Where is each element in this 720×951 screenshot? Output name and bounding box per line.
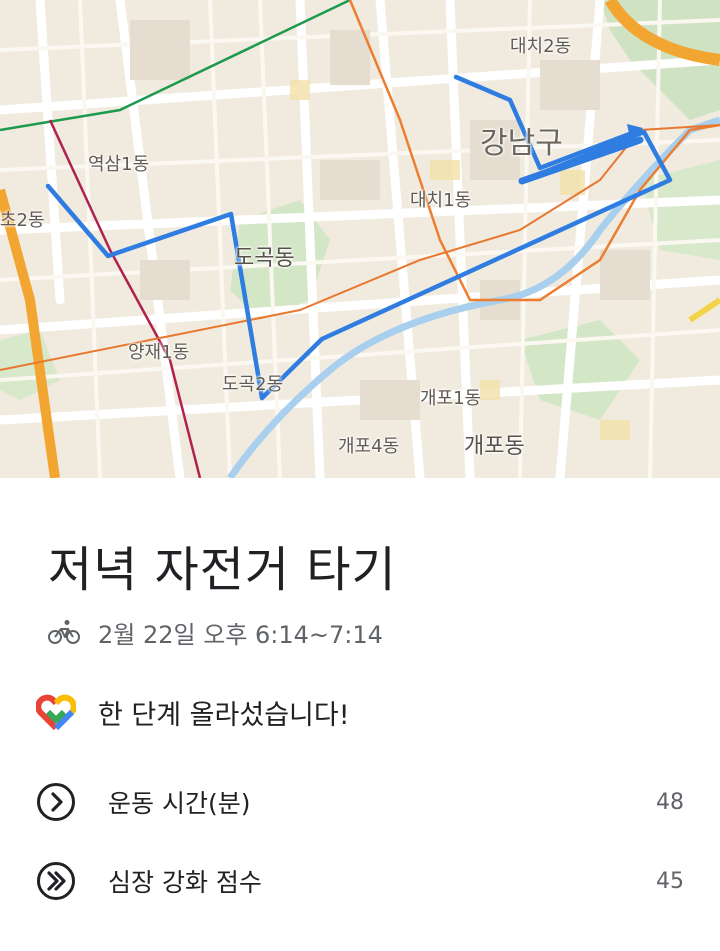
metric-label: 심장 강화 점수 (108, 868, 262, 897)
goal-message: 한 단계 올라섰습니다! (98, 699, 350, 731)
metric-value: 45 (656, 868, 684, 894)
map-label-dogok: 도곡동 (234, 246, 295, 271)
map-label-yeoksam1: 역삼1동 (88, 154, 150, 175)
activity-title: 저녁 자전거 타기 (48, 542, 397, 598)
map-label-daechi2: 대치2동 (510, 36, 572, 57)
map-label-dogok2: 도곡2동 (222, 374, 284, 395)
map-label-seocho2: 초2동 (0, 210, 45, 231)
map-label-gaepo: 개포동 (464, 434, 525, 459)
map-canvas (0, 0, 720, 478)
map-label-gaepo1: 개포1동 (420, 388, 482, 409)
activity-time-row: 2월 22일 오후 6:14~7:14 (48, 616, 383, 649)
heart-points-icon (37, 862, 75, 900)
metric-row-heart-points: 심장 강화 점수 45 (36, 859, 684, 903)
metric-row-move-minutes: 운동 시간(분) 48 (36, 780, 684, 824)
map-label-gaepo4: 개포4동 (338, 436, 400, 457)
bike-icon (48, 620, 80, 644)
route-map[interactable]: 대치2동 강남구 역삼1동 초2동 대치1동 도곡동 양재1동 도곡2동 개포1… (0, 0, 720, 478)
google-fit-heart-icon (36, 694, 76, 730)
map-label-yangjae1: 양재1동 (128, 342, 190, 363)
goal-achievement-row: 한 단계 올라섰습니다! (36, 692, 350, 732)
map-label-gangnam: 강남구 (480, 126, 563, 161)
metric-label: 운동 시간(분) (108, 789, 251, 818)
move-minutes-icon (37, 783, 75, 821)
metric-value: 48 (656, 789, 684, 815)
map-label-daechi1: 대치1동 (410, 190, 472, 211)
activity-details: 저녁 자전거 타기 2월 22일 오후 6:14~7:14 한 단계 올라섰습니… (0, 478, 720, 951)
activity-time: 2월 22일 오후 6:14~7:14 (98, 620, 383, 649)
